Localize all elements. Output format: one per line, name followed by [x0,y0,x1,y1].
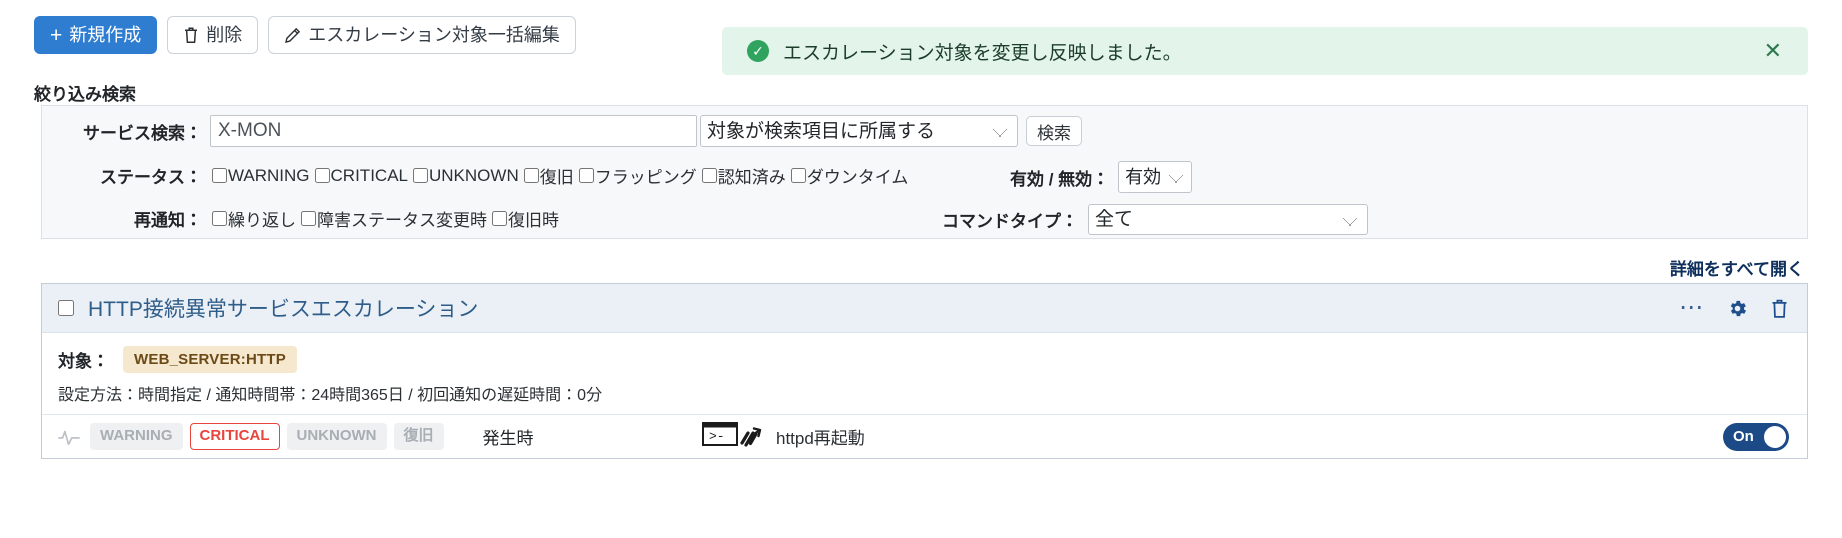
escalation-card-actions: ⋯ [1679,296,1789,320]
create-new-label: 新規作成 [69,25,142,45]
status-label: ステータス： [100,168,202,187]
ellipsis-icon[interactable]: ⋯ [1679,296,1705,320]
enable-toggle[interactable]: On [1723,422,1789,451]
escalation-card-body: 対象： WEB_SERVER:HTTP 設定方法：時間指定 / 通知時間帯：24… [42,333,1807,405]
target-line: 対象： WEB_SERVER:HTTP [58,346,1807,373]
status-checkbox-unknown-input[interactable] [413,168,428,183]
escalation-card-footer: WARNING CRITICAL UNKNOWN 復旧 発生時 >- httpd… [42,414,1807,458]
status-checkbox-acknowledged-input[interactable] [701,168,717,183]
renotify-checkbox-status-change-input[interactable] [301,211,316,226]
enabled-select[interactable]: 有効 [1118,161,1193,193]
status-badge-recovery: 復旧 [393,423,444,450]
trash-icon [183,26,199,44]
status-checkbox-group: WARNING CRITICAL UNKNOWN 復旧 フラッピング 認知済み … [212,163,913,188]
bulk-edit-escalation-targets-button[interactable]: エスカレーション対象一括編集 [268,16,576,54]
enable-toggle-label: On [1733,428,1754,445]
renotify-checkbox-status-change-label: 障害ステータス変更時 [317,211,487,230]
renotify-checkbox-repeat-label: 繰り返し [228,211,296,230]
renotify-checkbox-recovery[interactable]: 復旧時 [492,206,559,231]
notification-timing: 発生時 [482,429,534,448]
filter-section-title: 絞り込み検索 [34,85,136,104]
command-name: httpd再起動 [776,429,865,448]
expand-all-details-link[interactable]: 詳細をすべて開く [1670,255,1804,280]
filter-row-service-search: サービス検索： 対象が検索項目に所属する 検索 [42,115,1807,147]
enabled-label: 有効 / 無効： [1010,169,1110,189]
service-search-label: サービス検索： [83,123,202,143]
target-badge: WEB_SERVER:HTTP [123,346,297,373]
escalation-settings-page: + 新規作成 削除 エスカレーション対象一括編集 ✓ エスカレーション対象を変更 [0,0,1842,538]
pulse-icon [58,429,80,445]
filter-row-status: ステータス： WARNING CRITICAL UNKNOWN 復旧 フラッピン… [42,163,1807,188]
action-toolbar: + 新規作成 削除 エスカレーション対象一括編集 [34,16,576,54]
filter-row-enabled: 有効 / 無効： 有効 [1010,161,1193,193]
terminal-run-icon: >- [702,420,766,453]
status-badge-critical: CRITICAL [189,423,280,450]
create-new-button[interactable]: + 新規作成 [34,16,158,54]
status-checkbox-flapping-input[interactable] [578,168,594,183]
status-checkbox-warning-label: WARNING [228,165,310,185]
status-checkbox-flapping[interactable]: フラッピング [578,163,697,188]
status-checkbox-recovery-input[interactable] [523,168,539,183]
escalation-card: HTTP接続異常サービスエスカレーション ⋯ 対象： WEB_SERVER:HT… [41,283,1808,459]
svg-text:>-: >- [709,429,725,444]
bulk-edit-label: エスカレーション対象一括編集 [308,25,560,45]
renotify-label: 再通知： [134,211,202,230]
close-icon[interactable]: ✕ [1756,36,1790,66]
status-checkbox-acknowledged-label: 認知済み [717,168,786,187]
status-checkbox-critical-input[interactable] [314,168,330,183]
service-search-input[interactable] [210,115,697,147]
search-scope-select[interactable]: 対象が検索項目に所属する [700,115,1018,147]
status-checkbox-acknowledged[interactable]: 認知済み [701,163,786,188]
renotify-checkbox-recovery-label: 復旧時 [508,211,559,230]
renotify-checkbox-repeat[interactable]: 繰り返し [212,206,296,231]
command-entry: >- httpd再起動 [702,420,865,453]
delete-button[interactable]: 削除 [167,16,259,54]
renotify-checkbox-recovery-input[interactable] [492,211,507,226]
escalation-card-header: HTTP接続異常サービスエスカレーション ⋯ [42,284,1807,333]
delete-label: 削除 [206,25,243,45]
command-type-select[interactable]: 全て [1088,204,1368,235]
alert-message: エスカレーション対象を変更し反映しました。 [783,42,1182,64]
status-checkbox-critical-label: CRITICAL [330,165,408,185]
command-type-label: コマンドタイプ： [942,212,1078,231]
status-checkbox-critical[interactable]: CRITICAL [314,165,408,186]
target-label: 対象： [58,352,109,371]
check-circle-icon: ✓ [747,40,769,62]
plus-icon: + [50,23,63,47]
status-badge-warning: WARNING [90,423,183,450]
escalation-card-title[interactable]: HTTP接続異常サービスエスカレーション [88,293,478,323]
filter-panel: サービス検索： 対象が検索項目に所属する 検索 ステータス： WARNING C… [41,105,1808,239]
search-button[interactable]: 検索 [1026,116,1082,146]
status-checkbox-flapping-label: フラッピング [594,168,697,187]
gear-icon[interactable] [1727,298,1748,319]
status-checkbox-unknown-label: UNKNOWN [429,165,519,185]
success-alert: ✓ エスカレーション対象を変更し反映しました。 ✕ [722,27,1808,75]
status-checkbox-downtime[interactable]: ダウンタイム [790,163,909,188]
escalation-card-checkbox[interactable] [58,300,74,316]
status-checkbox-recovery[interactable]: 復旧 [523,163,574,188]
status-badge-unknown: UNKNOWN [286,423,387,450]
enable-toggle-knob [1764,425,1786,448]
filter-row-command-type: コマンドタイプ： 全て [942,204,1368,235]
pencil-icon [284,27,301,44]
renotify-checkbox-status-change[interactable]: 障害ステータス変更時 [301,206,487,231]
setting-summary: 設定方法：時間指定 / 通知時間帯：24時間365日 / 初回通知の遅延時間：0… [58,387,603,404]
trash-icon[interactable] [1770,298,1789,319]
status-checkbox-warning[interactable]: WARNING [212,166,310,186]
status-checkbox-downtime-input[interactable] [790,168,806,183]
status-checkbox-downtime-label: ダウンタイム [806,168,909,187]
filter-row-renotify: 再通知： 繰り返し 障害ステータス変更時 復旧時 [42,206,1807,231]
status-checkbox-recovery-label: 復旧 [539,168,574,187]
status-checkbox-unknown[interactable]: UNKNOWN [413,166,519,186]
status-checkbox-warning-input[interactable] [212,168,227,183]
renotify-checkbox-group: 繰り返し 障害ステータス変更時 復旧時 [212,206,564,231]
renotify-checkbox-repeat-input[interactable] [212,211,227,226]
